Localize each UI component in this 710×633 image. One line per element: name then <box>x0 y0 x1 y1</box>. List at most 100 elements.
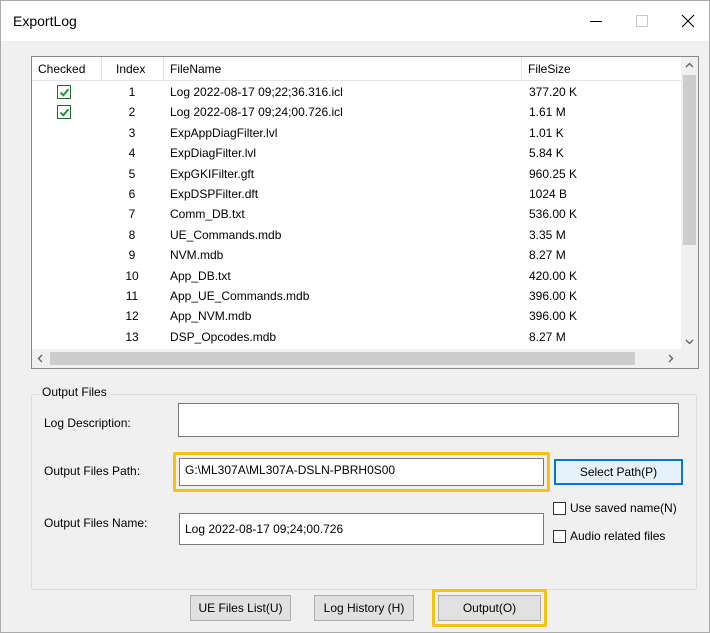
log-description-input[interactable] <box>178 403 679 437</box>
checkmark-icon <box>59 88 70 97</box>
row-index-cell: 3 <box>128 126 136 140</box>
row-filesize-cell: 536.00 K <box>529 207 578 221</box>
row-checked-cell <box>32 123 100 143</box>
row-filename-cell: ExpGKIFilter.gft <box>170 167 255 181</box>
horizontal-scroll-thumb[interactable] <box>50 352 635 365</box>
column-header-index[interactable]: Index <box>102 57 164 81</box>
checkmark-icon <box>59 108 70 117</box>
vertical-scroll-thumb[interactable] <box>683 75 696 245</box>
row-filename-cell: DSP_Opcodes.mdb <box>170 330 277 344</box>
file-list-view[interactable]: Checked Index FileName FileSize 1 Log 202… <box>31 56 699 369</box>
row-filesize-cell: 8.27 M <box>529 248 566 262</box>
table-row[interactable]: 11 App_UE_Commands.mdb 396.00 K <box>32 286 682 306</box>
table-row[interactable]: 12 App_NVM.mdb 396.00 K <box>32 306 682 326</box>
table-row[interactable]: 6 ExpDSPFilter.dft 1024 B <box>32 184 682 204</box>
row-checked-cell <box>32 184 100 204</box>
close-icon <box>681 14 695 28</box>
row-checked-cell <box>32 286 100 306</box>
audio-related-checkbox[interactable] <box>553 530 566 543</box>
scroll-up-button[interactable] <box>681 57 698 74</box>
table-row[interactable]: 7 Comm_DB.txt 536.00 K <box>32 204 682 224</box>
row-filename-cell: ExpDSPFilter.dft <box>170 187 259 201</box>
scroll-left-button[interactable] <box>32 349 49 368</box>
table-row[interactable]: 10 App_DB.txt 420.00 K <box>32 266 682 286</box>
row-checked-cell <box>32 204 100 224</box>
row-index-cell: 6 <box>128 187 136 201</box>
row-checked-cell <box>32 266 100 286</box>
title-bar: ExportLog <box>1 1 709 41</box>
row-checked-cell <box>32 102 100 122</box>
output-path-label: Output Files Path: <box>44 464 141 478</box>
minimize-icon <box>590 21 602 22</box>
table-row[interactable]: 9 NVM.mdb 8.27 M <box>32 245 682 265</box>
row-index-cell: 13 <box>125 330 139 344</box>
ue-files-list-button[interactable]: UE Files List(U) <box>190 595 291 621</box>
row-filesize-cell: 396.00 K <box>529 289 578 303</box>
row-checked-cell <box>32 245 100 265</box>
row-filesize-cell: 377.20 K <box>529 85 578 99</box>
row-checked-cell <box>32 306 100 326</box>
row-filename-cell: App_UE_Commands.mdb <box>170 289 310 303</box>
table-row[interactable]: 13 DSP_Opcodes.mdb 8.27 M <box>32 327 682 347</box>
row-filesize-cell: 1.01 K <box>529 126 564 140</box>
row-index-cell: 10 <box>125 269 139 283</box>
row-filename-cell: Comm_DB.txt <box>170 207 245 221</box>
use-saved-name-checkbox[interactable] <box>553 502 566 515</box>
output-path-input[interactable]: G:\ML307A\ML307A-DSLN-PBRH0S00 <box>179 458 544 486</box>
row-filesize-cell: 420.00 K <box>529 269 578 283</box>
output-name-label: Output Files Name: <box>44 516 148 530</box>
table-row[interactable]: 8 UE_Commands.mdb 3.35 M <box>32 225 682 245</box>
close-button[interactable] <box>667 7 709 35</box>
horizontal-scrollbar[interactable] <box>32 349 698 368</box>
column-header-filesize[interactable]: FileSize <box>522 57 682 81</box>
scroll-right-button[interactable] <box>662 349 679 368</box>
select-path-button[interactable]: Select Path(P) <box>554 459 683 485</box>
chevron-left-icon <box>37 354 43 363</box>
row-index-cell: 7 <box>128 207 136 221</box>
output-name-input[interactable]: Log 2022-08-17 09;24;00.726 <box>179 513 544 545</box>
row-filename-cell: Log 2022-08-17 09;22;36.316.icl <box>170 85 343 99</box>
row-checkbox[interactable] <box>57 85 71 99</box>
list-body: 1 Log 2022-08-17 09;22;36.316.icl 377.20 K… <box>32 82 682 350</box>
maximize-button[interactable] <box>621 7 663 35</box>
row-checked-cell <box>32 327 100 347</box>
row-index-cell: 4 <box>128 146 136 160</box>
row-filesize-cell: 960.25 K <box>529 167 578 181</box>
row-index-cell: 12 <box>125 309 139 323</box>
vertical-scrollbar[interactable] <box>681 57 698 350</box>
table-row[interactable]: 1 Log 2022-08-17 09;22;36.316.icl 377.20 K <box>32 82 682 102</box>
column-header-checked[interactable]: Checked <box>32 57 102 81</box>
row-index-cell: 9 <box>128 248 136 262</box>
use-saved-name-label[interactable]: Use saved name(N) <box>570 501 677 515</box>
minimize-button[interactable] <box>575 7 617 35</box>
table-row[interactable]: 3 ExpAppDiagFilter.lvl 1.01 K <box>32 123 682 143</box>
maximize-icon <box>636 15 648 27</box>
output-files-group-title: Output Files <box>39 385 110 399</box>
row-filesize-cell: 1024 B <box>529 187 568 201</box>
row-index-cell: 1 <box>128 85 136 99</box>
log-history-button[interactable]: Log History (H) <box>314 595 414 621</box>
scroll-down-button[interactable] <box>681 333 698 350</box>
row-index-cell: 8 <box>128 228 136 242</box>
table-row[interactable]: 4 ExpDiagFilter.lvl 5.84 K <box>32 143 682 163</box>
row-checkbox[interactable] <box>57 105 71 119</box>
row-filesize-cell: 396.00 K <box>529 309 578 323</box>
row-filesize-cell: 3.35 M <box>529 228 566 242</box>
row-index-cell: 5 <box>128 167 136 181</box>
chevron-down-icon <box>685 339 694 345</box>
table-row[interactable]: 2 Log 2022-08-17 09;24;00.726.icl 1.61 M <box>32 102 682 122</box>
audio-related-label[interactable]: Audio related files <box>570 529 665 543</box>
row-filename-cell: NVM.mdb <box>170 248 224 262</box>
row-checked-cell <box>32 143 100 163</box>
table-row[interactable]: 5 ExpGKIFilter.gft 960.25 K <box>32 164 682 184</box>
row-filename-cell: App_NVM.mdb <box>170 309 252 323</box>
row-filename-cell: UE_Commands.mdb <box>170 228 282 242</box>
output-button[interactable]: Output(O) <box>438 595 541 621</box>
column-header-filename[interactable]: FileName <box>164 57 522 81</box>
window-title: ExportLog <box>13 13 77 29</box>
row-index-cell: 11 <box>125 289 139 303</box>
scrollbar-corner <box>681 349 698 368</box>
row-filename-cell: App_DB.txt <box>170 269 231 283</box>
row-filename-cell: Log 2022-08-17 09;24;00.726.icl <box>170 105 343 119</box>
list-header: Checked Index FileName FileSize <box>32 57 682 81</box>
